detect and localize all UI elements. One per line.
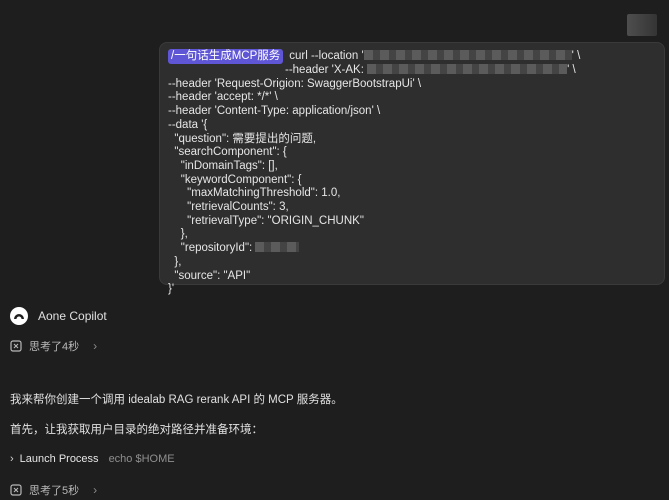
redacted-repository-id (255, 242, 300, 253)
redacted-avatar (627, 14, 657, 36)
assistant-name: Aone Copilot (38, 309, 107, 323)
thinking-toggle-1[interactable]: 思考了4秒 › (10, 338, 97, 354)
user-message-code: /一句话生成MCP服务 curl --location ' ' \ --header… (168, 49, 581, 296)
redacted-key (367, 64, 568, 74)
launch-process-toggle[interactable]: › Launch Process echo $HOME (10, 453, 175, 465)
assistant-message-1: 我来帮你创建一个调用 idealab RAG rerank API 的 MCP … (10, 394, 343, 406)
brain-icon (10, 340, 22, 352)
thinking-label: 思考了4秒 (29, 341, 80, 353)
assistant-message-2: 首先，让我获取用户目录的绝对路径并准备环境： (10, 424, 263, 436)
aone-copilot-logo-icon (10, 307, 28, 325)
process-command: echo $HOME (108, 453, 175, 465)
thinking-label: 思考了5秒 (29, 485, 80, 497)
command-tag[interactable]: /一句话生成MCP服务 (168, 49, 284, 64)
chevron-right-icon: › (10, 453, 14, 465)
chevron-right-icon: › (93, 339, 98, 353)
thinking-toggle-2[interactable]: 思考了5秒 › (10, 482, 97, 498)
chevron-right-icon: › (93, 483, 98, 497)
process-label: Launch Process (19, 453, 99, 465)
redacted-url (363, 50, 572, 60)
assistant-header: Aone Copilot (10, 307, 107, 325)
brain-icon (10, 484, 22, 496)
user-message-bubble: /一句话生成MCP服务 curl --location ' ' \ --header… (159, 42, 665, 295)
